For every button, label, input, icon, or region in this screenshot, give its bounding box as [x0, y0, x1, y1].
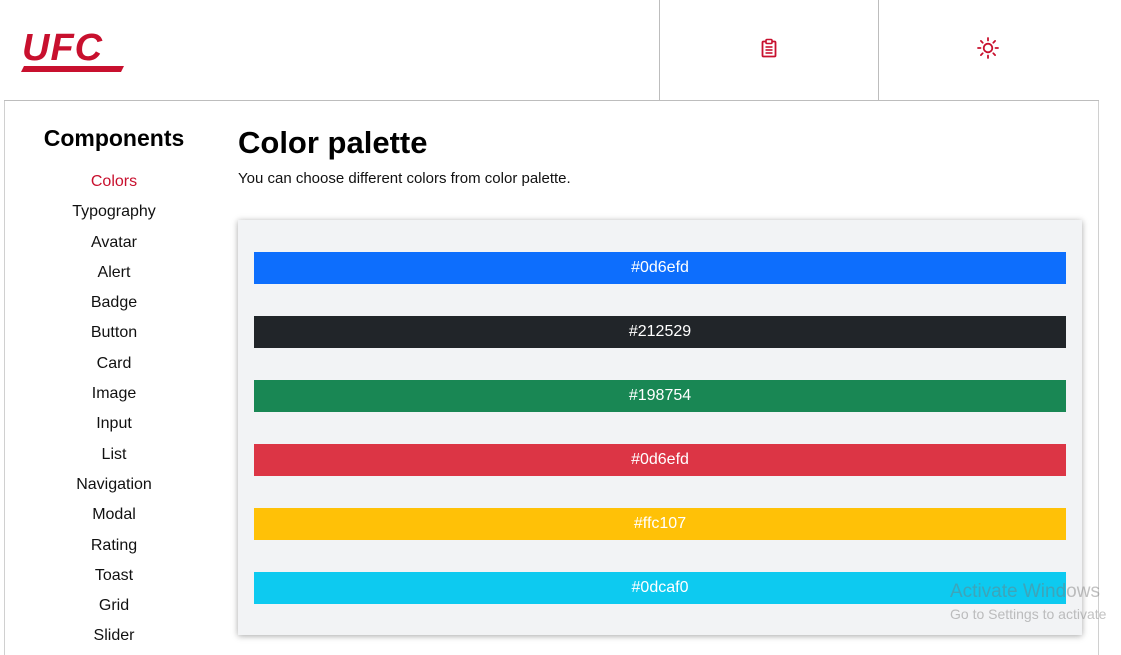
color-palette-card: #0d6efd #212529 #198754 #0d6efd #ffc107 #0dca…: [238, 220, 1082, 635]
sidebar-item-avatar[interactable]: Avatar: [4, 233, 224, 263]
page-description: You can choose different colors from col…: [238, 170, 571, 187]
color-swatch[interactable]: #0dcaf0: [254, 572, 1066, 604]
theme-toggle-button[interactable]: [878, 0, 1097, 100]
sun-icon: [976, 36, 1000, 65]
sidebar-item-modal[interactable]: Modal: [4, 505, 224, 535]
page-title: Color palette: [238, 125, 428, 160]
windows-activation-watermark: Activate Windows Go to Settings to activ…: [950, 581, 1106, 622]
sidebar-item-button[interactable]: Button: [4, 323, 224, 353]
svg-text:UFC: UFC: [22, 27, 103, 69]
ufc-logo[interactable]: UFC: [20, 24, 126, 74]
sidebar-item-alert[interactable]: Alert: [4, 263, 224, 293]
color-swatch[interactable]: #198754: [254, 380, 1066, 412]
color-swatch[interactable]: #0d6efd: [254, 252, 1066, 284]
sidebar-item-rating[interactable]: Rating: [4, 536, 224, 566]
color-swatch-label: #0dcaf0: [631, 579, 689, 596]
sidebar-item-card[interactable]: Card: [4, 354, 224, 384]
sidebar-item-toast[interactable]: Toast: [4, 566, 224, 596]
sidebar-item-input[interactable]: Input: [4, 414, 224, 444]
sidebar-item-colors[interactable]: Colors: [4, 172, 224, 202]
color-swatch-label: #212529: [628, 323, 692, 340]
color-swatch-label: #0d6efd: [631, 259, 689, 276]
clipboard-icon: [759, 38, 779, 63]
sidebar-item-badge[interactable]: Badge: [4, 293, 224, 323]
sidebar-item-typography[interactable]: Typography: [4, 202, 224, 232]
color-swatch[interactable]: #212529: [254, 316, 1066, 348]
watermark-subtitle: Go to Settings to activate: [950, 606, 1107, 622]
clipboard-button[interactable]: [659, 0, 878, 100]
color-swatch-label: #0d6efd: [631, 451, 689, 468]
color-swatch[interactable]: #ffc107: [254, 508, 1066, 540]
sidebar-item-slider[interactable]: Slider: [4, 626, 224, 655]
color-swatch-label: #ffc107: [633, 515, 687, 532]
color-swatch-label: #198754: [628, 387, 692, 404]
header: UFC: [4, 0, 1099, 101]
sidebar-nav: Colors Typography Avatar Alert Badge Button Ca…: [4, 172, 224, 655]
sidebar-item-list[interactable]: List: [4, 445, 224, 475]
sidebar-item-grid[interactable]: Grid: [4, 596, 224, 626]
sidebar: Components Colors Typography Avatar Alert Ba…: [4, 101, 224, 655]
sidebar-title: Components: [43, 125, 185, 151]
sidebar-item-navigation[interactable]: Navigation: [4, 475, 224, 505]
color-swatch[interactable]: #0d6efd: [254, 444, 1066, 476]
watermark-title: Activate Windows: [950, 581, 1100, 602]
sidebar-item-image[interactable]: Image: [4, 384, 224, 414]
